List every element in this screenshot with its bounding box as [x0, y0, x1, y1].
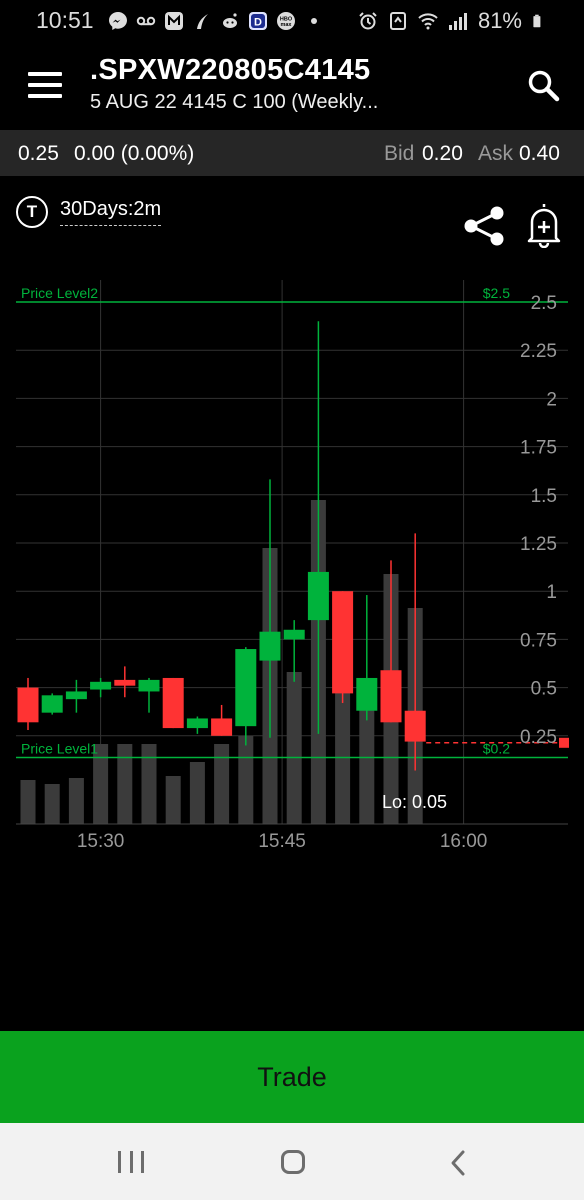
candle-body — [211, 718, 233, 736]
candle-body — [186, 718, 208, 729]
back-icon[interactable] — [446, 1149, 472, 1177]
battery-saver-icon — [389, 12, 406, 30]
candle-body — [138, 679, 160, 692]
search-icon[interactable] — [526, 68, 562, 104]
d-app-icon: D — [249, 12, 267, 30]
candlestick-chart[interactable]: Price Level2 $2.5 Price Level1 $0.2 2.5 2.25 2… — [0, 270, 584, 860]
battery-percent: 81% — [477, 8, 522, 33]
hbo-max-icon: HBOmax — [277, 12, 295, 30]
candle-body — [332, 591, 354, 694]
status-time: 10:51 — [36, 7, 94, 33]
price-level-label: Price Level1 — [21, 740, 98, 756]
recent-apps-icon[interactable] — [118, 1151, 144, 1173]
robinhood-icon — [197, 14, 208, 29]
svg-text:D: D — [254, 17, 262, 29]
instrument-description: 5 AUG 22 4145 C 100 (Weekly... — [90, 91, 379, 113]
volume-bar — [44, 784, 60, 824]
candle-body — [235, 649, 257, 727]
y-tick-label: 1.75 — [520, 438, 557, 459]
last-price: 0.25 — [18, 142, 59, 165]
volume-bar — [214, 744, 230, 824]
candle-body — [259, 631, 281, 661]
notification-icons: D HBO max — [108, 9, 324, 33]
price-level-label: Price Level2 — [21, 285, 98, 301]
alarm-icon — [359, 12, 377, 30]
candle-body — [65, 691, 87, 700]
candle-body — [90, 681, 112, 690]
x-tick-label: 15:45 — [258, 831, 306, 852]
volume-bar — [68, 778, 84, 824]
volume-bar — [20, 780, 36, 824]
volume-bar — [189, 762, 205, 824]
dot-icon — [311, 18, 317, 24]
current-price-marker — [559, 737, 569, 748]
quote-bar: 0.25 0.00 (0.00%) Bid 0.20 Ask 0.40 — [0, 130, 584, 176]
y-tick-label: 0.25 — [520, 727, 557, 748]
candle-body — [114, 679, 136, 686]
bid-value: 0.20 — [422, 142, 463, 165]
ask-label: Ask — [478, 142, 514, 165]
x-tick-label: 15:30 — [77, 831, 125, 852]
y-tick-label: 2.5 — [531, 293, 557, 314]
candle-body — [404, 710, 426, 742]
volume-bar — [286, 672, 302, 824]
status-bar: 10:51 D HBO max 81% — [0, 0, 584, 42]
y-tick-label: 1.5 — [531, 486, 557, 507]
candle-body — [283, 629, 305, 640]
volume-bar — [238, 736, 254, 824]
signal-icon — [448, 13, 467, 30]
system-nav-bar — [0, 1123, 584, 1200]
home-icon[interactable] — [281, 1150, 305, 1174]
y-tick-label: 1.25 — [520, 534, 557, 555]
candle-body — [380, 670, 402, 723]
y-tick-label: 2.25 — [520, 341, 557, 362]
ask-value: 0.40 — [519, 142, 560, 165]
price-change: 0.00 (0.00%) — [74, 142, 195, 165]
m-app-icon — [165, 12, 183, 30]
y-tick-label: 1 — [546, 582, 557, 603]
price-level-value: $0.2 — [483, 740, 510, 756]
trade-button[interactable]: Trade — [0, 1031, 584, 1123]
volume-bar — [335, 684, 351, 824]
candle-body — [17, 687, 39, 723]
bid-label: Bid — [384, 142, 415, 165]
app-header: .SPXW220805C4145 5 AUG 22 4145 C 100 (We… — [0, 42, 584, 130]
battery-icon — [533, 14, 541, 28]
x-tick-label: 16:00 — [440, 831, 488, 852]
y-tick-label: 0.75 — [520, 630, 557, 651]
voicemail-icon — [136, 16, 156, 26]
add-alert-bell-icon[interactable] — [524, 200, 564, 248]
candle-body — [162, 677, 184, 729]
reddit-icon — [223, 13, 237, 28]
low-price-label: Lo: 0.05 — [382, 792, 447, 812]
volume-bar — [165, 776, 181, 824]
price-level-value: $2.5 — [483, 285, 510, 301]
page-title: .SPXW220805C4145 — [90, 54, 371, 86]
hamburger-icon — [28, 72, 62, 76]
volume-bar — [141, 744, 157, 824]
timeframe-selector[interactable]: 30Days:2m — [60, 198, 162, 226]
wifi-icon — [418, 13, 438, 30]
y-tick-label: 2 — [546, 389, 557, 410]
messenger-icon — [109, 12, 127, 30]
y-tick-label: 0.5 — [531, 679, 557, 700]
candle-body — [307, 571, 329, 621]
volume-bar — [117, 744, 133, 824]
menu-button[interactable] — [28, 72, 62, 102]
system-icons: 81% — [358, 8, 546, 34]
candle-body — [41, 695, 63, 713]
share-icon[interactable] — [460, 204, 508, 248]
timeframe-icon[interactable]: T — [16, 196, 48, 228]
candle-body — [356, 677, 378, 711]
svg-text:max: max — [280, 22, 292, 28]
